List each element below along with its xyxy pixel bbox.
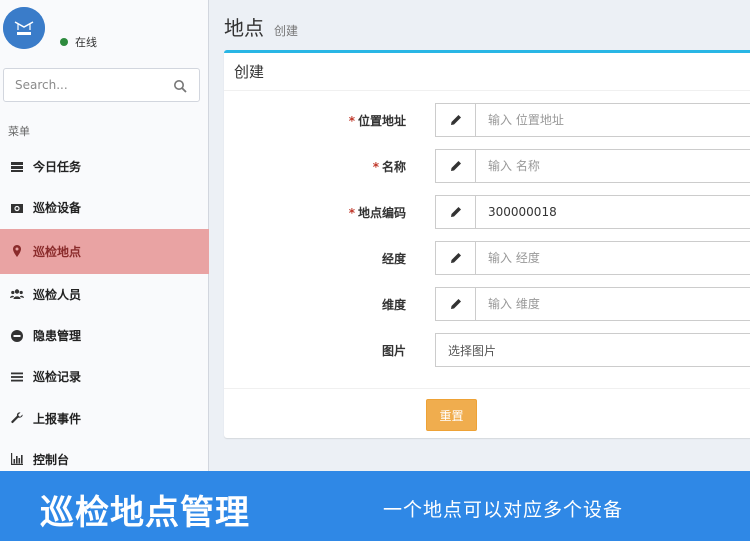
status-label: 在线 <box>75 36 97 49</box>
required-mark: * <box>348 206 355 220</box>
sidebar-item-label: 巡检地点 <box>33 244 82 259</box>
logo-icon <box>3 7 45 49</box>
reset-button[interactable]: 重置 <box>426 399 477 431</box>
input-group <box>435 287 750 321</box>
sidebar: 在线 菜单 今日任务 巡检设备 巡检地点 <box>0 0 209 472</box>
input-group <box>435 195 750 229</box>
search-input[interactable] <box>4 69 164 101</box>
required-mark: * <box>348 114 355 128</box>
latitude-input[interactable] <box>476 288 750 320</box>
box-footer: 重置 <box>224 388 750 438</box>
pencil-icon <box>436 104 476 136</box>
form-row-longitude: 经度 <box>224 241 750 275</box>
sidebar-menu: 今日任务 巡检设备 巡检地点 巡检人员 隐患管理 巡检记录 上报事件 控制台 <box>0 146 209 480</box>
wrench-icon <box>10 411 24 425</box>
online-status: 在线 <box>60 34 97 50</box>
image-file-input[interactable]: 选择图片 <box>435 333 750 367</box>
pencil-icon <box>436 150 476 182</box>
page-title: 地点 <box>224 16 264 40</box>
field-label-text: 名称 <box>381 160 406 174</box>
field-label-text: 位置地址 <box>357 114 406 128</box>
create-form-box: 创建 *位置地址 *名称 *地点编码 经度 维度 <box>224 50 750 438</box>
field-label: 经度 <box>381 252 406 266</box>
online-dot-icon <box>60 38 68 46</box>
list-icon <box>10 370 24 384</box>
location-code-input[interactable] <box>476 196 750 228</box>
sidebar-item-label: 隐患管理 <box>33 329 82 344</box>
banner: 巡检地点管理 一个地点可以对应多个设备 <box>0 471 750 541</box>
sidebar-item-label: 上报事件 <box>33 411 82 426</box>
camera-icon <box>10 201 24 215</box>
sidebar-item-today-tasks[interactable]: 今日任务 <box>0 146 209 187</box>
box-title: 创建 <box>224 53 750 91</box>
longitude-input[interactable] <box>476 242 750 274</box>
name-input[interactable] <box>476 150 750 182</box>
tasks-icon <box>10 160 24 174</box>
pencil-icon <box>436 242 476 274</box>
sidebar-item-label: 巡检记录 <box>33 370 82 385</box>
sidebar-item-label: 巡检设备 <box>33 201 82 216</box>
pencil-icon <box>436 196 476 228</box>
minus-circle-icon <box>10 329 24 343</box>
sidebar-item-label: 今日任务 <box>33 160 82 175</box>
input-group <box>435 241 750 275</box>
sidebar-item-label: 控制台 <box>33 452 70 467</box>
form-row-address: * 位置地址 <box>224 103 750 137</box>
sidebar-item-label: 巡检人员 <box>33 287 82 302</box>
sidebar-item-personnel[interactable]: 巡检人员 <box>0 274 209 315</box>
content-header: 地点 创建 <box>224 12 298 41</box>
sidebar-item-hazards[interactable]: 隐患管理 <box>0 315 209 356</box>
sidebar-item-locations[interactable]: 巡检地点 <box>0 228 209 274</box>
field-label: * 位置地址 <box>349 112 406 129</box>
form-row-code: * 地点编码 <box>224 195 750 229</box>
sidebar-item-report-event[interactable]: 上报事件 <box>0 397 209 438</box>
form-row-latitude: 维度 <box>224 287 750 321</box>
input-group <box>435 103 750 137</box>
input-group <box>435 149 750 183</box>
required-mark: * <box>372 160 379 174</box>
users-icon <box>10 287 24 301</box>
menu-header: 菜单 <box>8 125 30 138</box>
sidebar-search <box>3 68 200 102</box>
form-row-name: * 名称 <box>224 149 750 183</box>
field-label: * 名称 <box>373 158 406 175</box>
bar-chart-icon <box>10 452 24 466</box>
pencil-icon <box>436 288 476 320</box>
avatar[interactable] <box>3 7 45 49</box>
sidebar-item-records[interactable]: 巡检记录 <box>0 356 209 397</box>
user-panel: 在线 <box>0 0 208 66</box>
map-marker-icon <box>10 244 24 258</box>
form-row-image: 图片 选择图片 <box>224 333 750 367</box>
search-icon[interactable] <box>173 79 187 93</box>
page-subtitle: 创建 <box>274 24 299 38</box>
field-label: 图片 <box>381 344 406 358</box>
banner-title: 巡检地点管理 <box>40 493 250 533</box>
field-label-text: 地点编码 <box>357 206 406 220</box>
banner-subtitle: 一个地点可以对应多个设备 <box>383 499 624 521</box>
sidebar-item-devices[interactable]: 巡检设备 <box>0 187 209 228</box>
address-input[interactable] <box>476 104 750 136</box>
field-label: * 地点编码 <box>349 204 406 221</box>
field-label: 维度 <box>381 298 406 312</box>
